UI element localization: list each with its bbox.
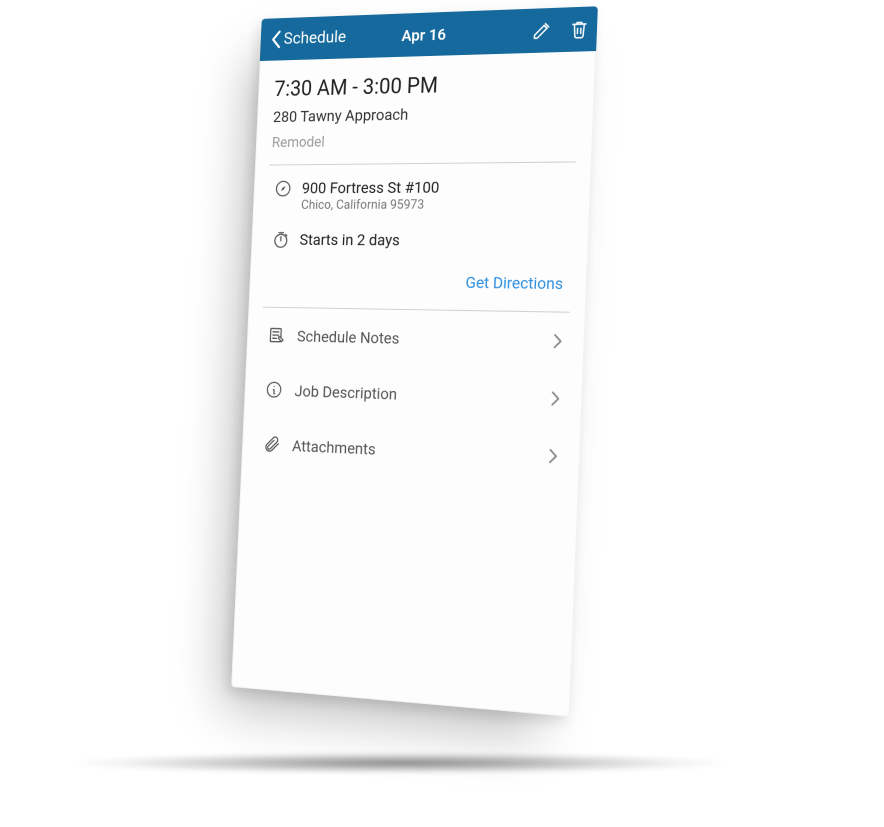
list-label: Job Description	[294, 381, 551, 408]
back-button[interactable]: Schedule	[265, 23, 352, 53]
drop-shadow	[67, 752, 734, 774]
job-name: 280 Tawny Approach	[273, 101, 577, 126]
list-label: Schedule Notes	[297, 326, 554, 351]
compass-icon	[273, 179, 293, 198]
info-icon	[264, 380, 284, 400]
list-label: Attachments	[292, 436, 549, 466]
address-line1: 900 Fortress St #100	[302, 178, 440, 197]
job-type: Remodel	[272, 129, 576, 151]
delete-button[interactable]	[569, 18, 590, 41]
edit-button[interactable]	[532, 20, 552, 41]
pencil-icon	[532, 20, 552, 41]
starts-label: Starts in 2 days	[299, 230, 400, 249]
phone-screen: Schedule Apr 16	[231, 6, 598, 717]
schedule-notes-row[interactable]: Schedule Notes	[262, 308, 568, 370]
starts-row: Starts in 2 days	[267, 212, 572, 251]
paperclip-icon	[261, 434, 281, 454]
attachments-row[interactable]: Attachments	[257, 416, 563, 485]
trash-icon	[569, 18, 590, 41]
chevron-right-icon	[552, 333, 563, 350]
address-line2: Chico, California 95973	[301, 198, 439, 213]
stopwatch-icon	[271, 230, 291, 249]
content: 7:30 AM - 3:00 PM 280 Tawny Approach Rem…	[240, 51, 596, 507]
get-directions-link[interactable]: Get Directions	[264, 250, 570, 312]
chevron-right-icon	[550, 390, 561, 407]
chevron-left-icon	[271, 30, 284, 50]
address-row: 900 Fortress St #100 Chico, California 9…	[269, 162, 574, 212]
back-label: Schedule	[283, 27, 346, 48]
nav-right	[531, 7, 590, 53]
chevron-right-icon	[548, 448, 559, 465]
detail-list: Schedule Notes Job Description	[256, 308, 568, 506]
time-range: 7:30 AM - 3:00 PM	[274, 70, 578, 102]
address-block: 900 Fortress St #100 Chico, California 9…	[301, 178, 440, 213]
notes-icon	[266, 325, 286, 345]
